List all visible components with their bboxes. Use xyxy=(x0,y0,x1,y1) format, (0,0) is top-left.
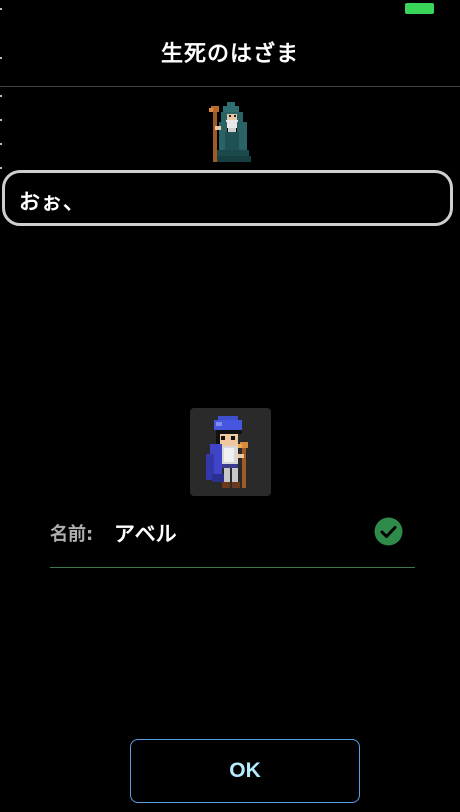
edge-indicator xyxy=(0,0,3,812)
page-title: 生死のはざま xyxy=(160,42,299,67)
name-field[interactable]: アベル xyxy=(114,518,177,548)
battery-icon xyxy=(405,3,434,14)
hero-portrait-frame[interactable] xyxy=(190,408,271,496)
ok-button-label: OK xyxy=(229,759,261,782)
hero-portrait-icon xyxy=(202,414,258,496)
sage-npc-icon xyxy=(205,100,253,168)
title-divider xyxy=(0,86,460,87)
check-circle-icon xyxy=(374,517,403,546)
name-underline xyxy=(50,567,415,568)
dialog-text: おぉ、 xyxy=(19,190,85,214)
name-label: 名前: xyxy=(50,524,94,545)
dialog-box[interactable]: おぉ、 xyxy=(2,170,453,226)
ok-button[interactable]: OK xyxy=(130,739,360,803)
